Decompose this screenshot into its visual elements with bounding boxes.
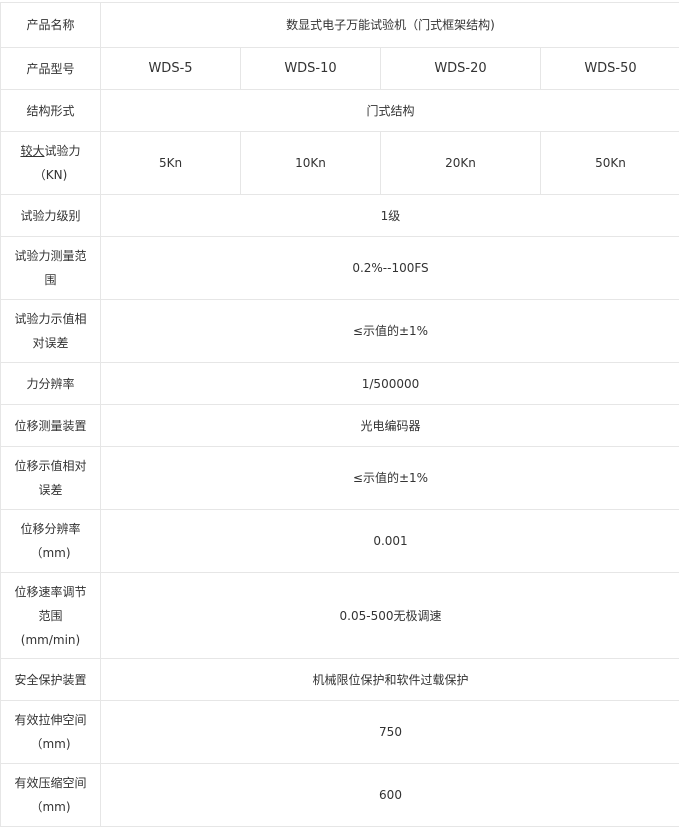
row-value: 0.2%--100FS xyxy=(101,237,679,300)
row-value: 数显式电子万能试验机（门式框架结构) xyxy=(101,3,679,48)
label-text: 有效压缩空间 xyxy=(14,776,86,790)
label-unit: （KN) xyxy=(34,168,68,182)
label-text: 位移分辨率 xyxy=(20,522,80,536)
force-cell: 20Kn xyxy=(381,132,541,195)
row-label: 有效压缩空间 （mm) xyxy=(1,764,101,827)
label-text: 有效拉伸空间 xyxy=(14,713,86,727)
label-unit: (mm/min) xyxy=(21,633,80,647)
table-row: 试验力测量范围 0.2%--100FS xyxy=(1,237,679,300)
row-value: 0.05-500无极调速 xyxy=(101,573,679,659)
row-label: 产品型号 xyxy=(1,48,101,90)
table-row: 有效拉伸空间 （mm) 750 xyxy=(1,701,679,764)
row-label: 试验力测量范围 xyxy=(1,237,101,300)
model-cell: WDS-5 xyxy=(101,48,241,90)
label-unit: （mm) xyxy=(30,800,70,814)
model-cell: WDS-10 xyxy=(241,48,381,90)
row-label: 试验力示值相对误差 xyxy=(1,300,101,363)
row-value: 1级 xyxy=(101,195,679,237)
row-value: 750 xyxy=(101,701,679,764)
row-label: 安全保护装置 xyxy=(1,659,101,701)
force-cell: 10Kn xyxy=(241,132,381,195)
row-value: ≤示值的±1% xyxy=(101,447,679,510)
row-label: 试验力级别 xyxy=(1,195,101,237)
table-row: 结构形式 门式结构 xyxy=(1,90,679,132)
label-text: 位移速率调节范围 xyxy=(14,585,86,623)
row-label: 位移速率调节范围 (mm/min) xyxy=(1,573,101,659)
table-row: 位移示值相对误差 ≤示值的±1% xyxy=(1,447,679,510)
force-cell: 50Kn xyxy=(541,132,679,195)
model-cell: WDS-50 xyxy=(541,48,679,90)
label-underlined: 较大 xyxy=(20,144,44,158)
table-row: 产品型号 WDS-5 WDS-10 WDS-20 WDS-50 xyxy=(1,48,679,90)
table-row: 力分辨率 1/500000 xyxy=(1,363,679,405)
row-label: 位移示值相对误差 xyxy=(1,447,101,510)
force-cell: 5Kn xyxy=(101,132,241,195)
table-row: 试验力示值相对误差 ≤示值的±1% xyxy=(1,300,679,363)
table-row: 位移测量装置 光电编码器 xyxy=(1,405,679,447)
row-value: 光电编码器 xyxy=(101,405,679,447)
table-row: 较大试验力 （KN) 5Kn 10Kn 20Kn 50Kn xyxy=(1,132,679,195)
row-value: 门式结构 xyxy=(101,90,679,132)
table-row: 位移速率调节范围 (mm/min) 0.05-500无极调速 xyxy=(1,573,679,659)
row-label: 位移测量装置 xyxy=(1,405,101,447)
row-value: ≤示值的±1% xyxy=(101,300,679,363)
table-row: 有效压缩空间 （mm) 600 xyxy=(1,764,679,827)
label-unit: （mm) xyxy=(30,546,70,560)
label-text: 试验力 xyxy=(45,144,81,158)
spec-table: 产品名称 数显式电子万能试验机（门式框架结构) 产品型号 WDS-5 WDS-1… xyxy=(0,2,679,827)
row-label: 位移分辨率 （mm) xyxy=(1,510,101,573)
row-value: 机械限位保护和软件过载保护 xyxy=(101,659,679,701)
row-value: 600 xyxy=(101,764,679,827)
row-label: 产品名称 xyxy=(1,3,101,48)
table-row: 试验力级别 1级 xyxy=(1,195,679,237)
model-cell: WDS-20 xyxy=(381,48,541,90)
row-label: 有效拉伸空间 （mm) xyxy=(1,701,101,764)
row-label: 结构形式 xyxy=(1,90,101,132)
table-row: 位移分辨率 （mm) 0.001 xyxy=(1,510,679,573)
row-value: 1/500000 xyxy=(101,363,679,405)
label-unit: （mm) xyxy=(30,737,70,751)
row-label: 较大试验力 （KN) xyxy=(1,132,101,195)
row-value: 0.001 xyxy=(101,510,679,573)
table-row: 产品名称 数显式电子万能试验机（门式框架结构) xyxy=(1,3,679,48)
row-label: 力分辨率 xyxy=(1,363,101,405)
table-row: 安全保护装置 机械限位保护和软件过载保护 xyxy=(1,659,679,701)
